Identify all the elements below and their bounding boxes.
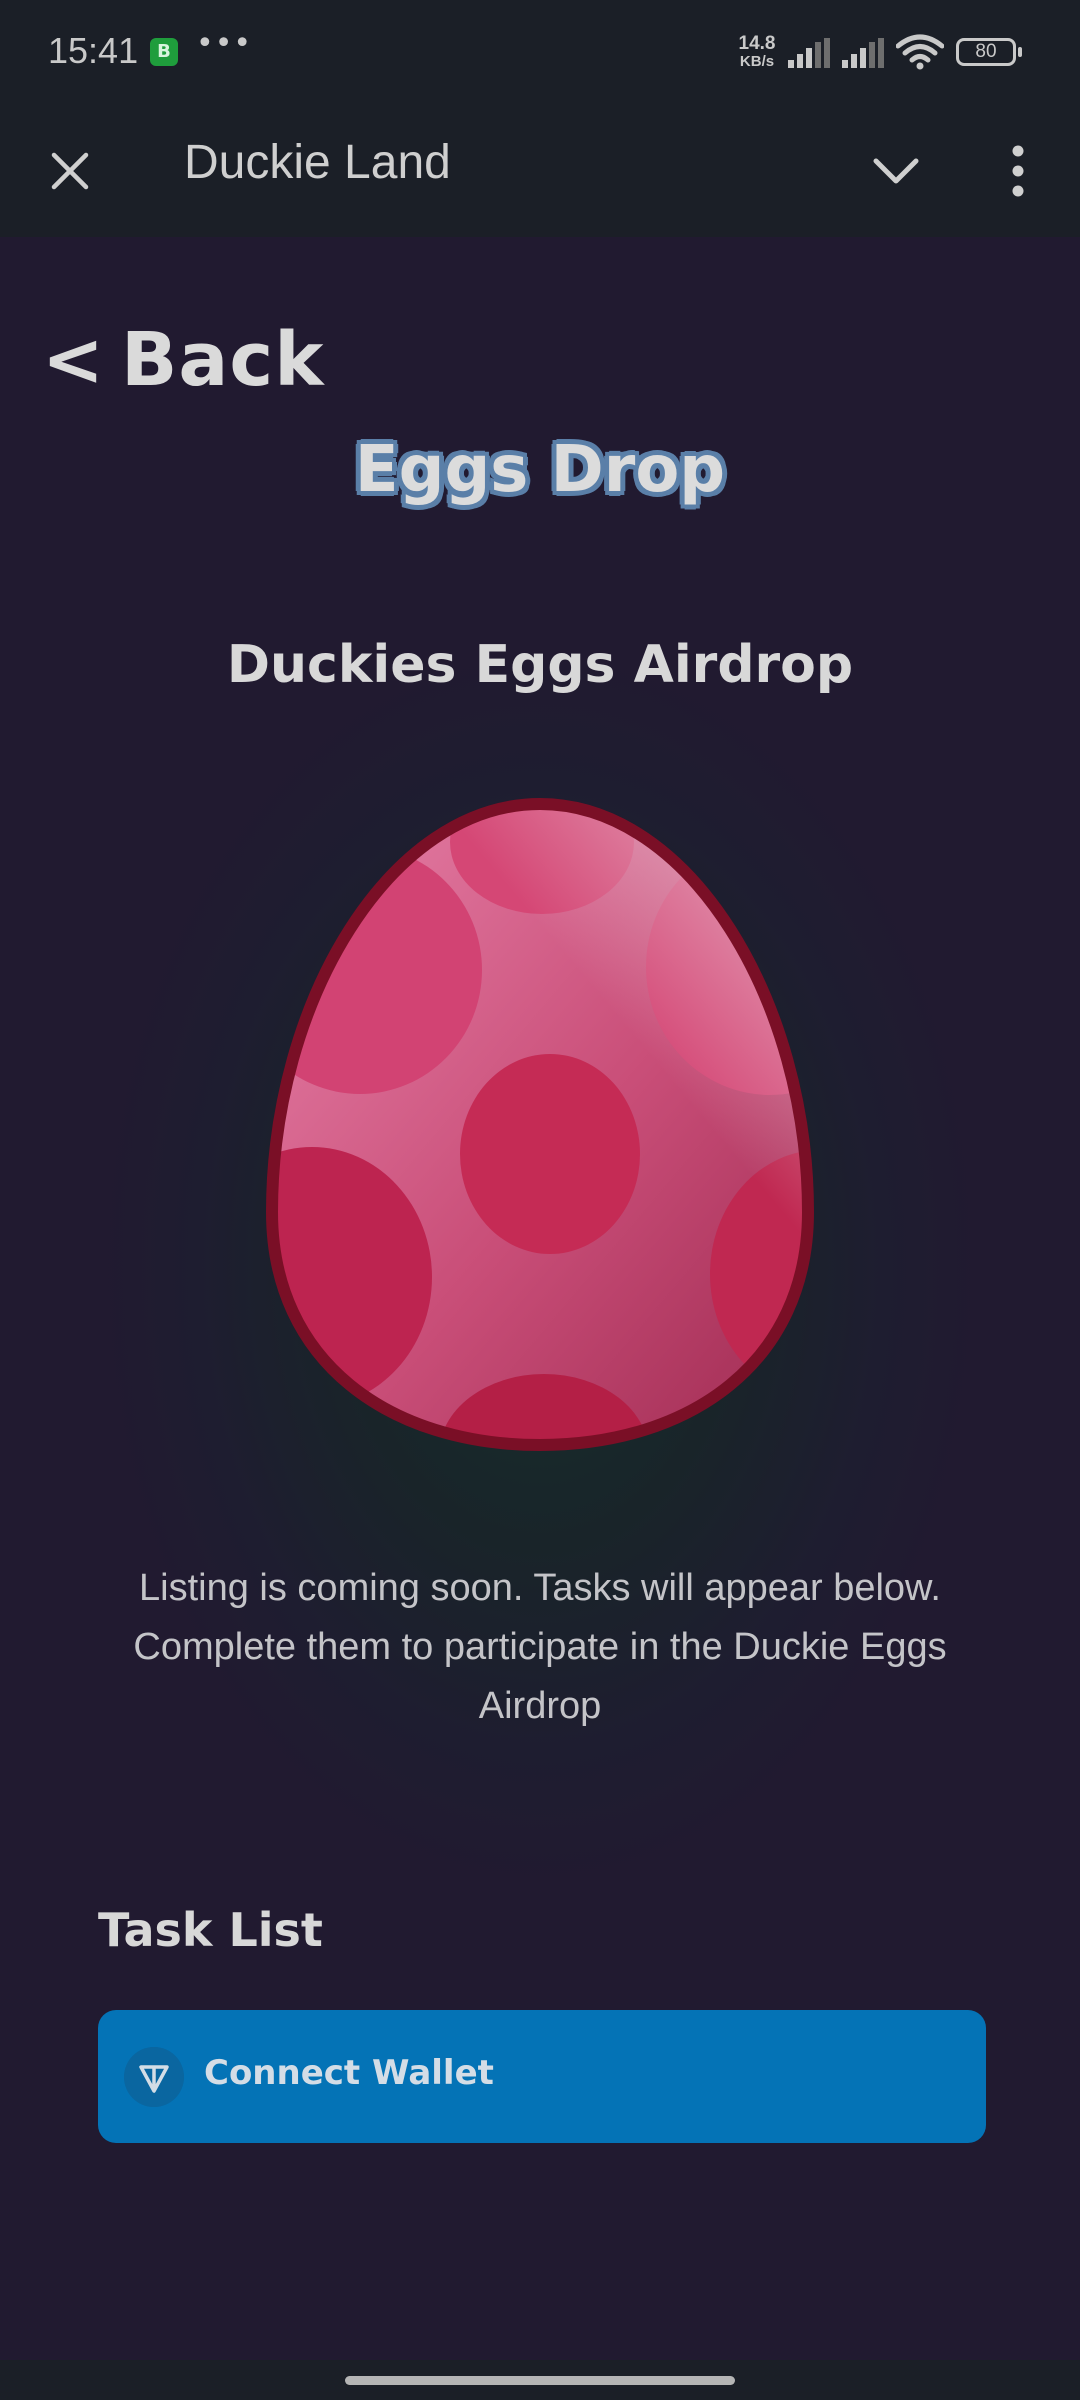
close-icon[interactable] — [44, 145, 96, 197]
chevron-left-icon: < — [42, 317, 106, 403]
description-text: Listing is coming soon. Tasks will appea… — [133, 1567, 947, 1727]
ton-icon — [124, 2047, 184, 2107]
signal-icon — [788, 38, 830, 68]
app-title: Duckie Land — [184, 136, 451, 189]
back-label: Back — [121, 317, 325, 403]
notification-icon: B — [150, 38, 178, 66]
battery-icon: 80 — [956, 38, 1022, 66]
chevron-down-icon[interactable] — [868, 145, 924, 197]
wifi-icon — [896, 34, 944, 70]
network-speed: 14.8 KB/s — [734, 34, 780, 69]
network-speed-unit: KB/s — [739, 53, 775, 70]
connect-wallet-label: Connect Wallet — [204, 2053, 494, 2093]
airdrop-heading: Duckies Eggs Airdrop — [226, 635, 854, 695]
signal-icon — [842, 38, 884, 68]
more-notifications-icon: ••• — [196, 26, 253, 61]
page-title: Eggs Drop — [354, 433, 726, 507]
app-header: Duckie Land — [0, 105, 1080, 237]
status-bar: 15:41 B ••• 14.8 KB/s 80 — [0, 0, 1080, 105]
more-vert-icon[interactable] — [1000, 141, 1036, 201]
home-indicator[interactable] — [345, 2376, 735, 2385]
back-button[interactable]: < Back — [42, 317, 324, 403]
egg-illustration — [265, 797, 815, 1452]
network-speed-value: 14.8 — [738, 33, 776, 54]
connect-wallet-button[interactable]: Connect Wallet — [98, 2010, 986, 2143]
status-time: 15:41 — [48, 30, 139, 71]
task-list-heading: Task List — [98, 1903, 323, 1957]
main-content: < Back Eggs Drop Duckies Eggs Airdrop Li… — [0, 237, 1080, 2360]
navigation-bar — [0, 2360, 1080, 2400]
